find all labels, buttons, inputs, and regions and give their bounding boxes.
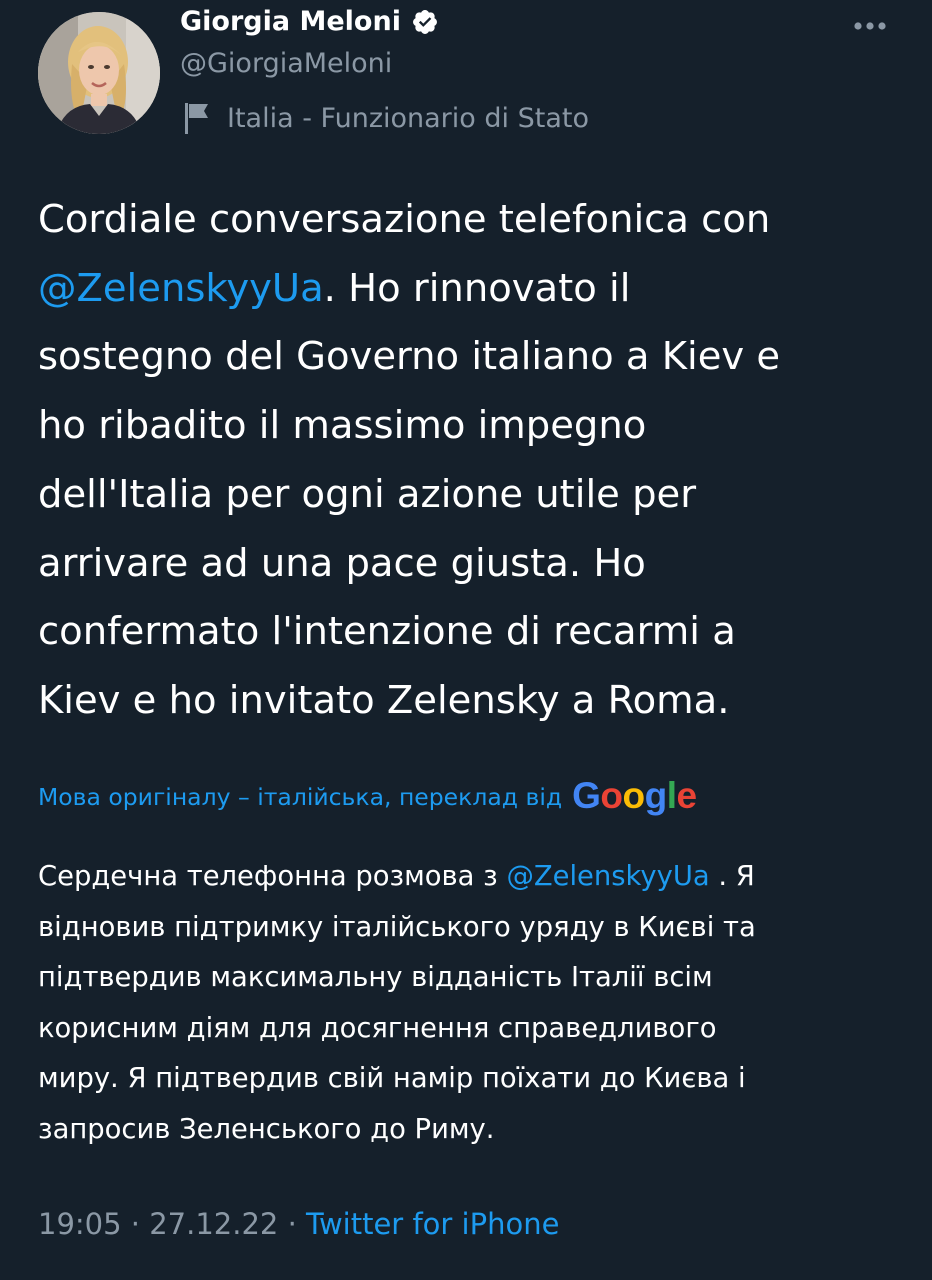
tweet-time[interactable]: 19:05 <box>38 1207 122 1241</box>
text-segment: confermato l'intenzione di recarmi a <box>38 609 736 655</box>
text-segment: Сердечна телефонна розмова з <box>38 861 507 892</box>
text-segment: Kiev e ho invitato Zelensky a Roma. <box>38 677 730 723</box>
flag-icon <box>185 103 208 134</box>
tweet-meta: 19:05 · 27.12.22 · Twitter for iPhone <box>38 1207 559 1241</box>
text-segment: dell'Italia per ogni azione utile per <box>38 471 697 517</box>
text-segment: sostegno del Governo italiano a Kiev e <box>38 334 781 380</box>
text-segment: . Я <box>709 861 755 892</box>
mention-link[interactable]: @ZelenskyyUa <box>506 861 709 892</box>
avatar[interactable] <box>38 12 160 134</box>
text-line: @ZelenskyyUa. Ho rinnovato il <box>38 255 908 324</box>
google-logo-letter: o <box>600 775 623 816</box>
verified-badge-icon <box>412 9 437 34</box>
text-line: відновив підтримку італійського уряду в … <box>38 903 908 954</box>
text-segment: arrivare ad una pace giusta. Ho <box>38 540 646 586</box>
google-logo-letter: G <box>572 775 601 816</box>
text-segment: підтвердив максимальну відданість Італії… <box>38 962 713 993</box>
text-line: arrivare ad una pace giusta. Ho <box>38 530 908 599</box>
text-line: Cordiale conversazione telefonica con <box>38 186 908 255</box>
translation-attribution[interactable]: Мова оригіналу – італійська, переклад ві… <box>38 775 698 818</box>
translation-attribution-text: Мова оригіналу – італійська, переклад ві… <box>38 783 563 811</box>
text-segment: корисним діям для досягнення справедливо… <box>38 1012 717 1044</box>
mention-link[interactable]: @ZelenskyyUa <box>38 266 324 311</box>
author-handle[interactable]: @GiorgiaMeloni <box>180 48 392 79</box>
text-line: підтвердив максимальну відданість Італії… <box>38 953 908 1004</box>
more-options-icon[interactable] <box>848 10 892 46</box>
google-logo-letter: g <box>644 775 668 816</box>
affiliation-text: Italia - Funzionario di Stato <box>227 102 589 134</box>
text-line: миру. Я підтвердив свій намір поїхати до… <box>38 1054 908 1105</box>
text-line: dell'Italia per ogni azione utile per <box>38 461 908 530</box>
text-segment: запросив Зеленського до Риму. <box>38 1113 495 1145</box>
text-line: sostegno del Governo italiano a Kiev e <box>38 323 908 392</box>
text-segment: миру. Я підтвердив свій намір поїхати до… <box>38 1063 746 1094</box>
text-line: корисним діям для досягнення справедливо… <box>38 1004 908 1055</box>
text-line: Сердечна телефонна розмова з @ZelenskyyU… <box>38 852 908 903</box>
tweet-date[interactable]: 27.12.22 <box>149 1207 278 1241</box>
translated-tweet-text: Сердечна телефонна розмова з @ZelenskyyU… <box>38 852 908 1155</box>
affiliation-label: Italia - Funzionario di Stato <box>183 100 589 136</box>
google-logo-letter: l <box>666 775 677 816</box>
meta-separator: · <box>121 1207 150 1241</box>
author-name[interactable]: Giorgia Meloni <box>180 6 439 37</box>
text-segment: ho ribadito il massimo impegno <box>38 403 647 449</box>
text-segment: Cordiale conversazione telefonica con <box>38 197 771 242</box>
google-logo: Google <box>572 775 698 817</box>
tweet-text: Cordiale conversazione telefonica con @Ze… <box>38 186 908 736</box>
text-line: запросив Зеленського до Риму. <box>38 1105 908 1156</box>
text-segment: . Ho rinnovato il <box>323 265 631 311</box>
tweet-source[interactable]: Twitter for iPhone <box>306 1207 559 1241</box>
meta-separator: · <box>278 1207 307 1241</box>
author-name-text: Giorgia Meloni <box>180 6 401 37</box>
tweet-detail: Giorgia Meloni @GiorgiaMeloni Italia - F… <box>0 0 932 1280</box>
avatar-photo <box>38 12 160 134</box>
text-segment: відновив підтримку італійського уряду в … <box>38 911 756 943</box>
text-line: ho ribadito il massimo impegno <box>38 392 908 461</box>
google-logo-letter: e <box>676 775 698 816</box>
google-logo-letter: o <box>622 775 646 816</box>
text-line: Kiev e ho invitato Zelensky a Roma. <box>38 667 908 736</box>
text-line: confermato l'intenzione di recarmi a <box>38 598 908 667</box>
